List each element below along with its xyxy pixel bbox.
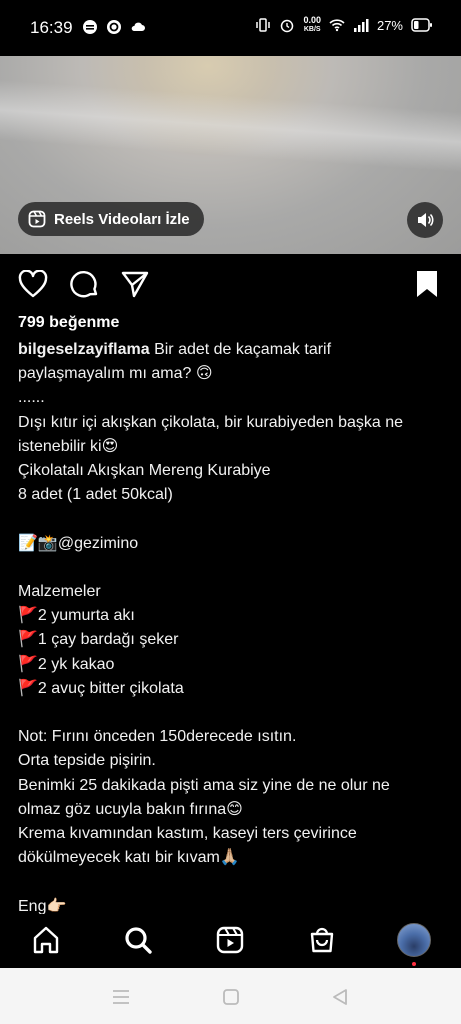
- status-notification-icons: [82, 19, 146, 35]
- caption-line: Not: Fırını önceden 150derecede ısıtın.: [18, 728, 297, 746]
- caption-line: Çikolatalı Akışkan Mereng Kurabiye: [18, 462, 271, 480]
- video-frame-highlight: [0, 78, 461, 174]
- net-speed-value: 0.00: [303, 15, 321, 25]
- menu-icon[interactable]: [110, 986, 132, 1008]
- caption-line: Orta tepside pişirin.: [18, 752, 156, 770]
- caption-line: [18, 507, 448, 531]
- caption-line: olmaz göz ucuyla bakın fırına😊: [18, 800, 243, 818]
- net-speed: 0.00 KB/S: [303, 16, 321, 34]
- battery-icon: [411, 18, 432, 32]
- status-time: 16:39: [30, 18, 73, 37]
- caption-line: 📝📸@gezimino: [18, 534, 139, 552]
- alarm-icon: [281, 19, 294, 33]
- battery-percent: 27%: [376, 17, 403, 33]
- status-bar: 16:39 0.00 KB/S 27%: [0, 0, 461, 56]
- caption-line: Malzemeler: [18, 583, 101, 600]
- caption-line: bilgeselzayiflama Bir adet de kaçamak ta…: [18, 338, 448, 362]
- comment-icon[interactable]: [69, 268, 101, 300]
- caption-line: 🚩2 yumurta akı: [18, 607, 135, 625]
- caption-line: istenebilir ki😍: [18, 437, 119, 455]
- caption-text: Bir adet de kaçamak tarif: [149, 341, 332, 358]
- speaker-icon: [418, 213, 434, 227]
- sync-icon: [107, 20, 121, 34]
- system-navigation-bar: [0, 968, 461, 1024]
- caption-line: 8 adet (1 adet 50kcal): [18, 486, 173, 504]
- cloud-icon: [131, 22, 145, 31]
- signal-icon: [353, 19, 369, 32]
- reels-button-label: Reels Videoları İzle: [54, 210, 190, 228]
- post-caption: bilgeselzayiflama Bir adet de kaçamak ta…: [18, 338, 448, 919]
- vibrate-icon: [256, 18, 271, 32]
- caption-line: ......: [18, 389, 45, 407]
- back-icon[interactable]: [329, 986, 351, 1008]
- caption-line: Krema kıvamından kastım, kaseyi ters çev…: [18, 825, 357, 843]
- post-username[interactable]: bilgeselzayiflama: [18, 341, 150, 358]
- caption-line: Benimki 25 dakikada pişti ama siz yine d…: [18, 776, 390, 794]
- home-icon[interactable]: [28, 922, 64, 958]
- caption-line: [18, 870, 448, 894]
- profile-avatar[interactable]: [396, 922, 432, 966]
- caption-line: 🚩2 avuç bitter çikolata: [18, 679, 184, 697]
- send-icon[interactable]: [119, 268, 151, 300]
- caption-line: [18, 556, 448, 580]
- caption-line: dökülmeyecek katı bir kıvam🙏🏼: [18, 849, 240, 867]
- reels-icon[interactable]: [212, 922, 248, 958]
- net-speed-unit: KB/S: [303, 26, 321, 33]
- wifi-icon: [329, 19, 345, 32]
- status-system-icons: 0.00 KB/S 27%: [255, 16, 433, 34]
- heart-icon[interactable]: [17, 268, 49, 300]
- shop-icon[interactable]: [304, 922, 340, 958]
- caption-line: paylaşmayalım mı ama? 🙃: [18, 365, 213, 383]
- caption-line: [18, 701, 448, 725]
- reels-icon: [28, 210, 46, 228]
- notification-dot: [412, 962, 416, 966]
- caption-line: Dışı kıtır içi akışkan çikolata, bir kur…: [18, 413, 404, 431]
- media-icon: [83, 20, 97, 34]
- bookmark-icon[interactable]: [411, 268, 443, 300]
- home-square-icon[interactable]: [220, 986, 242, 1008]
- search-icon[interactable]: [120, 922, 156, 958]
- post-video[interactable]: Reels Videoları İzle: [0, 56, 461, 254]
- caption-line: 🚩1 çay bardağı şeker: [18, 631, 179, 649]
- caption-line: 🚩2 yk kakao: [18, 655, 115, 673]
- post-actions: [0, 262, 461, 308]
- avatar: [397, 923, 431, 957]
- volume-button[interactable]: [407, 202, 443, 238]
- likes-count[interactable]: 799 beğenme: [18, 314, 119, 332]
- bottom-navigation: [0, 914, 461, 968]
- reels-watch-button[interactable]: Reels Videoları İzle: [18, 202, 204, 236]
